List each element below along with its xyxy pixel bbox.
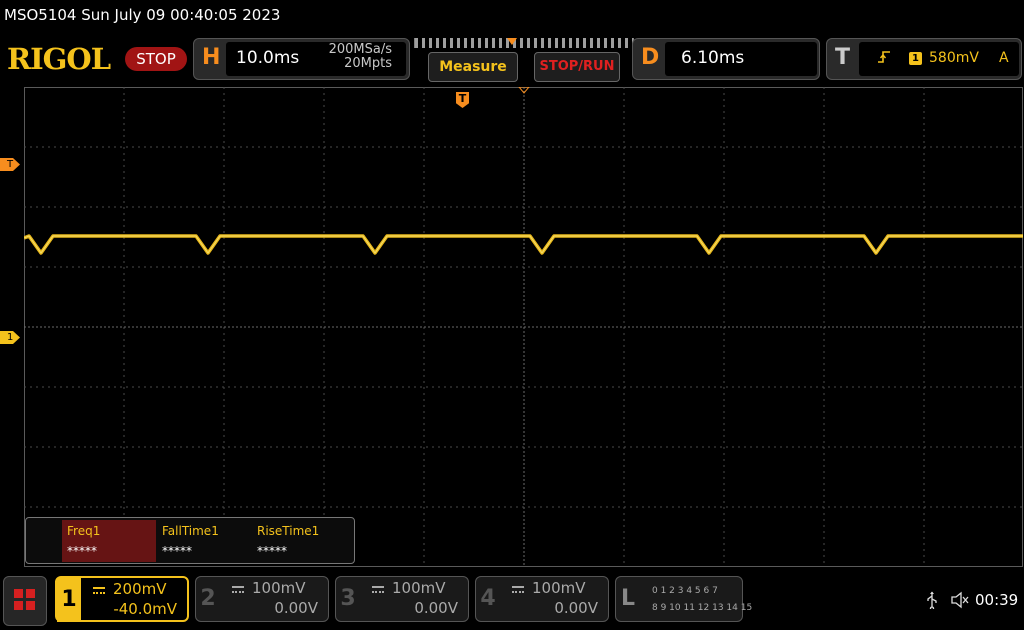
horizontal-panel[interactable]: H 10.0ms 200MSa/s 20Mpts	[193, 38, 410, 80]
channel-offset: -40.0mV	[113, 600, 177, 618]
menu-square	[26, 589, 35, 598]
menu-square	[14, 589, 23, 598]
dc-coupling-icon	[372, 586, 384, 593]
timeline-position-marker	[507, 38, 517, 45]
measurement-falltime[interactable]: FallTime1 *****	[157, 520, 251, 562]
menu-square	[26, 601, 35, 610]
stop-run-button[interactable]: STOP/RUN	[534, 52, 620, 82]
measurement-panel: Freq1 ***** FallTime1 ***** RiseTime1 **…	[25, 517, 355, 564]
channel-1-button[interactable]: 1 200mV -40.0mV	[55, 576, 189, 622]
waveform-grid	[23, 86, 1023, 567]
channel-2-button[interactable]: 2 100mV 0.00V	[195, 576, 329, 622]
channel-scale: 100mV	[392, 579, 446, 597]
title-bar: MSO5104 Sun July 09 00:40:05 2023	[0, 0, 1024, 32]
channel-number: 4	[480, 586, 496, 611]
logic-channels-row2: 8 9 10 11 12 13 14 15	[652, 603, 753, 613]
trigger-panel[interactable]: T 1 580mV A	[826, 38, 1022, 80]
channel-4-button[interactable]: 4 100mV 0.00V	[475, 576, 609, 622]
status-clock: 00:39	[975, 591, 1019, 609]
main-menu-button[interactable]	[3, 576, 47, 626]
dc-coupling-icon	[512, 586, 524, 593]
memory-timeline-bar[interactable]	[414, 38, 634, 48]
timebase-value: 10.0ms	[236, 48, 300, 68]
channel-3-button[interactable]: 3 100mV 0.00V	[335, 576, 469, 622]
acquisition-info: 200MSa/s 20Mpts	[329, 43, 392, 71]
channel-scale: 200mV	[113, 580, 167, 598]
trigger-readout: 1 580mV A	[859, 42, 1019, 76]
dc-coupling-icon	[232, 586, 244, 593]
menu-square	[14, 601, 23, 610]
measurement-value: *****	[67, 544, 97, 558]
dc-coupling-icon	[93, 587, 105, 594]
channel-number: 3	[340, 586, 356, 611]
run-state-badge[interactable]: STOP	[125, 47, 187, 71]
trigger-level: 580mV	[929, 50, 979, 66]
delay-letter: D	[641, 45, 660, 70]
rigol-logo: RIGOL	[7, 42, 111, 76]
delay-value: 6.10ms	[681, 48, 745, 68]
sample-rate: 200MSa/s	[328, 42, 392, 57]
memory-depth: 20Mpts	[344, 56, 392, 71]
device-title: MSO5104 Sun July 09 00:40:05 2023	[4, 6, 281, 24]
channel-number: 2	[200, 586, 216, 611]
measurement-risetime[interactable]: RiseTime1 *****	[252, 520, 346, 562]
horizontal-readout: 10.0ms 200MSa/s 20Mpts	[226, 42, 406, 76]
channel-scale: 100mV	[252, 579, 306, 597]
measure-button[interactable]: Measure	[428, 52, 518, 82]
rising-edge-icon	[877, 49, 891, 69]
trigger-letter: T	[835, 45, 851, 70]
top-control-bar: RIGOL STOP H 10.0ms 200MSa/s 20Mpts Meas…	[0, 34, 1024, 84]
horizontal-letter: H	[202, 45, 221, 70]
measurement-value: *****	[162, 544, 192, 558]
measurement-label: FallTime1	[162, 524, 219, 538]
channel-scale: 100mV	[532, 579, 586, 597]
delay-panel[interactable]: D 6.10ms	[632, 38, 820, 80]
measurement-value: *****	[257, 544, 287, 558]
speaker-muted-icon[interactable]	[950, 591, 970, 613]
channel-number: 1	[57, 578, 81, 622]
measurement-freq[interactable]: Freq1 *****	[62, 520, 156, 562]
logic-letter: L	[620, 586, 636, 611]
logic-channels-row1: 0 1 2 3 4 5 6 7	[652, 586, 718, 596]
measurement-label: Freq1	[67, 524, 101, 538]
channel1-offset-marker[interactable]: 1	[0, 331, 20, 344]
channel-offset: 0.00V	[414, 599, 458, 617]
measurement-label: RiseTime1	[257, 524, 320, 538]
channel-offset: 0.00V	[554, 599, 598, 617]
bottom-channel-bar: 1 200mV -40.0mV 2 100mV 0.00V 3 100mV 0.…	[0, 570, 1024, 630]
usb-icon	[926, 591, 938, 613]
trigger-mode: A	[999, 50, 1009, 66]
delay-readout: 6.10ms	[665, 42, 817, 76]
trigger-level-marker[interactable]: T	[0, 158, 20, 171]
trigger-source: 1	[909, 52, 922, 65]
channel-offset: 0.00V	[274, 599, 318, 617]
waveform-display[interactable]	[23, 86, 1023, 567]
logic-analyzer-button[interactable]: L 0 1 2 3 4 5 6 7 8 9 10 11 12 13 14 15	[615, 576, 752, 622]
